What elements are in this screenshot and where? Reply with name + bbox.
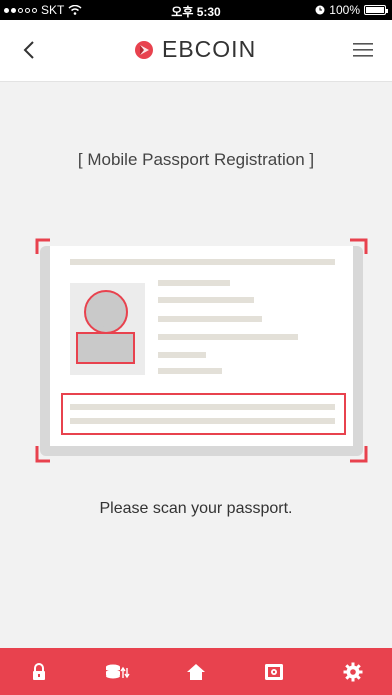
safe-icon	[265, 663, 284, 680]
gear-icon	[343, 662, 363, 681]
status-right: 100%	[315, 3, 388, 17]
page-title: [ Mobile Passport Registration ]	[77, 150, 315, 169]
tab-safe[interactable]	[250, 652, 298, 692]
coins-transfer-icon	[105, 664, 130, 678]
menu-button[interactable]	[352, 40, 374, 60]
battery-icon	[364, 5, 388, 15]
tab-transfer[interactable]	[94, 652, 142, 692]
tab-settings[interactable]	[329, 652, 377, 692]
back-button[interactable]	[18, 38, 42, 62]
passport-scan-area[interactable]	[30, 236, 370, 466]
tab-lock[interactable]	[15, 652, 63, 692]
tab-home[interactable]	[172, 652, 220, 692]
passport-card-illustration	[40, 246, 363, 456]
bottom-tab-bar	[0, 648, 392, 695]
alarm-icon	[315, 5, 325, 15]
home-icon	[186, 663, 205, 680]
battery-label: 100%	[329, 3, 360, 17]
logo-text: EBCOIN	[162, 36, 257, 62]
scan-instruction: Please scan your passport.	[99, 500, 293, 517]
nav-bar: EBCOIN	[0, 20, 392, 82]
status-bar: SKT 오후 5:30 100%	[0, 0, 392, 20]
ebcoin-logo-icon	[135, 40, 153, 59]
logo: EBCOIN	[134, 36, 256, 63]
lock-icon	[33, 662, 46, 680]
